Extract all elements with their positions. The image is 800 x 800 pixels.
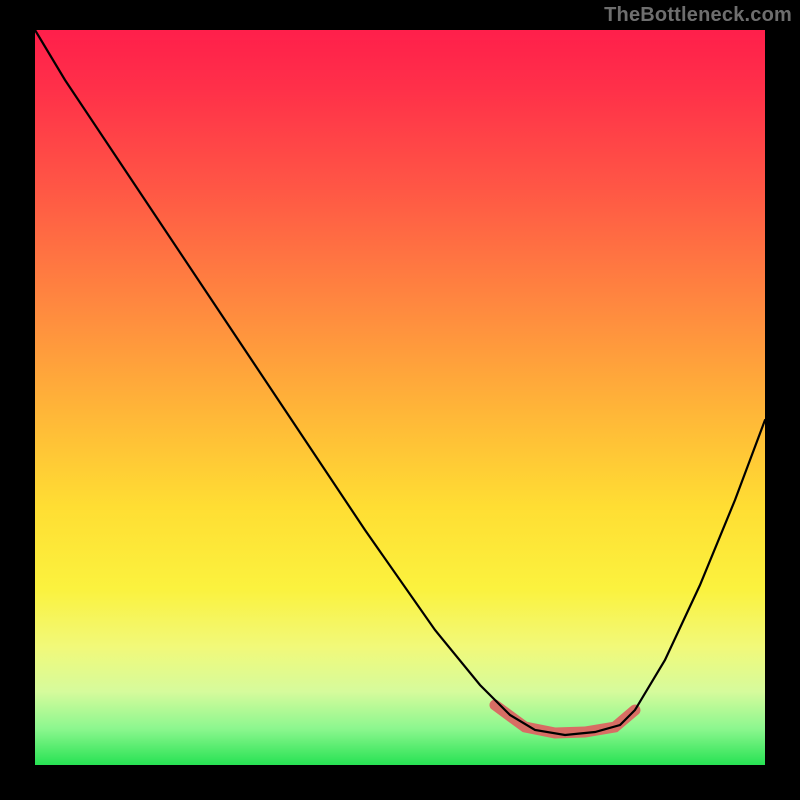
chart-svg: [35, 30, 765, 765]
plot-area: [35, 30, 765, 765]
chart-frame: TheBottleneck.com: [0, 0, 800, 800]
watermark-text: TheBottleneck.com: [604, 4, 792, 27]
bottleneck-curve: [35, 30, 765, 735]
